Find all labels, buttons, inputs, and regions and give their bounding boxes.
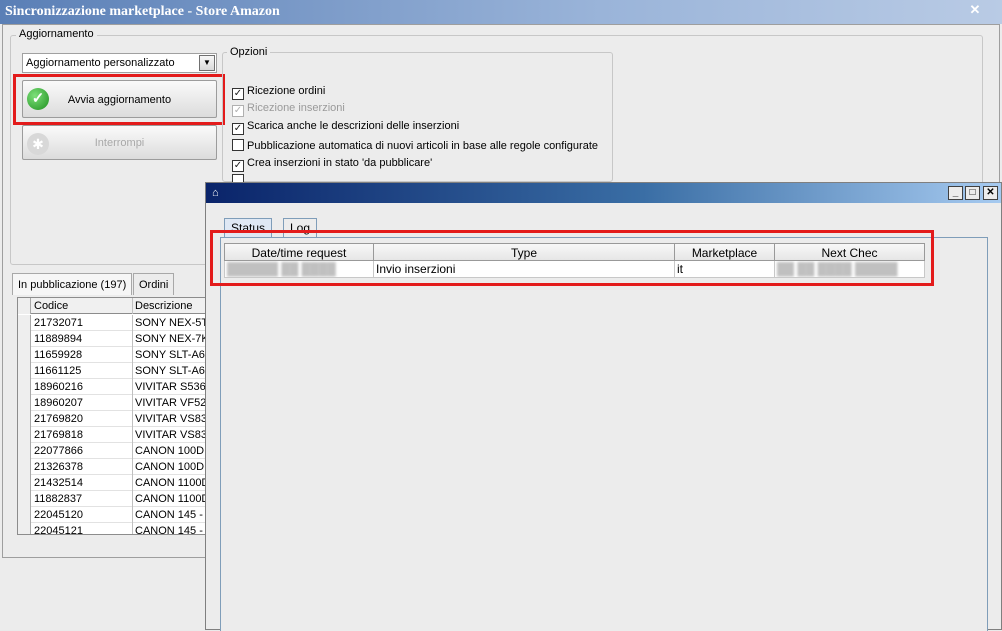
- highlight-box-status: [210, 230, 934, 286]
- table-row[interactable]: 22077866 CANON 100D -: [18, 443, 207, 459]
- cell-codice: 21432514: [32, 475, 133, 491]
- stop-icon: ✱: [27, 133, 49, 155]
- cell-codice: 18960216: [32, 379, 133, 395]
- row-header: [18, 331, 31, 347]
- cell-codice: 21769818: [32, 427, 133, 443]
- cell-descrizione: SONY SLT-A65: [135, 365, 207, 377]
- update-mode-select[interactable]: Aggiornamento personalizzato ▼: [22, 53, 217, 73]
- column-header-descrizione[interactable]: Descrizione: [133, 298, 206, 314]
- maximize-icon[interactable]: □: [965, 186, 980, 200]
- table-row[interactable]: 22045120 CANON 145 - a: [18, 507, 207, 523]
- table-row[interactable]: 21769818 VIVITAR VS830: [18, 427, 207, 443]
- tab-in-pubblicazione[interactable]: In pubblicazione (197): [12, 273, 133, 295]
- table-row[interactable]: 21769820 VIVITAR VS830: [18, 411, 207, 427]
- row-header: [18, 459, 31, 475]
- table-row[interactable]: 11659928 SONY SLT-A65: [18, 347, 207, 363]
- cell-descrizione: SONY NEX-5TL: [135, 317, 207, 329]
- table-row[interactable]: 21326378 CANON 100D s: [18, 459, 207, 475]
- cell-descrizione: CANON 100D s: [135, 461, 207, 473]
- table-row[interactable]: 21432514 CANON 1100D: [18, 475, 207, 491]
- update-group-legend: Aggiornamento: [16, 28, 97, 40]
- options-group-legend: Opzioni: [227, 46, 271, 58]
- minimize-icon[interactable]: _: [948, 186, 963, 200]
- option-ricezione-inserzioni: ✓ Ricezione inserzioni: [232, 102, 345, 117]
- row-header: [18, 507, 31, 523]
- checkbox-icon: ✓: [232, 105, 244, 117]
- row-header: [18, 491, 31, 507]
- table-row[interactable]: 18960207 VIVITAR VF526: [18, 395, 207, 411]
- checkbox-icon[interactable]: [232, 139, 244, 151]
- table-row[interactable]: 11661125 SONY SLT-A65: [18, 363, 207, 379]
- checkbox-icon[interactable]: ✓: [232, 160, 244, 172]
- cell-descrizione: CANON 1100D: [135, 493, 207, 505]
- checkbox-icon[interactable]: ✓: [232, 88, 244, 100]
- main-titlebar: Sincronizzazione marketplace - Store Ama…: [0, 0, 1002, 24]
- option-scarica-descrizioni[interactable]: ✓ Scarica anche le descrizioni delle inse…: [232, 118, 459, 135]
- stop-label: Interrompi: [94, 137, 145, 149]
- row-header: [18, 379, 31, 395]
- option-ricezione-ordini[interactable]: ✓ Ricezione ordini: [232, 83, 325, 100]
- cell-descrizione: CANON 145 - n: [135, 525, 207, 535]
- cell-descrizione: CANON 100D -: [135, 445, 207, 457]
- table-row[interactable]: 21732071 SONY NEX-5TL: [18, 315, 207, 331]
- cell-codice: 22045121: [32, 523, 133, 534]
- listings-table[interactable]: Codice Descrizione 21732071 SONY NEX-5TL 1…: [17, 297, 207, 535]
- row-header: [18, 411, 31, 427]
- option-pubblicazione-automatica[interactable]: Pubblicazione automatica di nuovi artico…: [232, 138, 598, 154]
- stop-button[interactable]: ✱ Interrompi: [22, 125, 217, 160]
- row-header: [18, 475, 31, 491]
- cell-descrizione: CANON 145 - a: [135, 509, 207, 521]
- cell-descrizione: VIVITAR VS830: [135, 429, 207, 441]
- row-header: [18, 315, 31, 331]
- tab-ordini[interactable]: Ordini: [133, 273, 175, 295]
- cell-codice: 21326378: [32, 459, 133, 475]
- checkbox-icon[interactable]: ✓: [232, 123, 244, 135]
- close-icon[interactable]: ✕: [983, 186, 998, 200]
- cell-descrizione: CANON 1100D: [135, 477, 207, 489]
- table-row[interactable]: 11889894 SONY NEX-7K: [18, 331, 207, 347]
- cell-codice: 11661125: [32, 363, 133, 379]
- column-header-codice[interactable]: Codice: [32, 298, 133, 314]
- cell-codice: 21769820: [32, 411, 133, 427]
- cell-descrizione: VIVITAR VS830: [135, 413, 207, 425]
- row-header: [18, 395, 31, 411]
- cell-codice: 11882837: [32, 491, 133, 507]
- cell-descrizione: SONY NEX-7K: [135, 333, 207, 345]
- cell-codice: 22077866: [32, 443, 133, 459]
- chevron-down-icon[interactable]: ▼: [199, 55, 215, 71]
- table-row[interactable]: 18960216 VIVITAR S536: [18, 379, 206, 395]
- row-header: [18, 443, 31, 459]
- cell-codice: 11659928: [32, 347, 133, 363]
- option-crea-inserzioni[interactable]: ✓ Crea inserzioni in stato 'da pubblicare…: [232, 155, 432, 172]
- table-row[interactable]: 11882837 CANON 1100D: [18, 491, 207, 507]
- row-header: [18, 298, 31, 314]
- close-icon[interactable]: ✕: [968, 3, 982, 17]
- cell-descrizione: VIVITAR S536: [135, 381, 206, 393]
- row-header: [18, 347, 31, 363]
- status-panel: [220, 237, 988, 631]
- table-header: Codice Descrizione: [18, 298, 206, 314]
- highlight-box-start: [13, 74, 225, 125]
- cell-descrizione: VIVITAR VF526: [135, 397, 207, 409]
- cell-codice: 11889894: [32, 331, 133, 347]
- row-header: [18, 523, 31, 534]
- cell-descrizione: SONY SLT-A65: [135, 349, 207, 361]
- update-mode-value: Aggiornamento personalizzato: [26, 57, 175, 69]
- row-header: [18, 363, 31, 379]
- cell-codice: 21732071: [32, 315, 133, 331]
- cell-codice: 18960207: [32, 395, 133, 411]
- table-row[interactable]: 22045121 CANON 145 - n: [18, 523, 207, 535]
- cell-codice: 22045120: [32, 507, 133, 523]
- window-icon: ⌂: [212, 187, 219, 199]
- row-header: [18, 427, 31, 443]
- subwindow-titlebar: ⌂ _ □ ✕: [206, 183, 1001, 203]
- window-title: Sincronizzazione marketplace - Store Ama…: [5, 4, 280, 19]
